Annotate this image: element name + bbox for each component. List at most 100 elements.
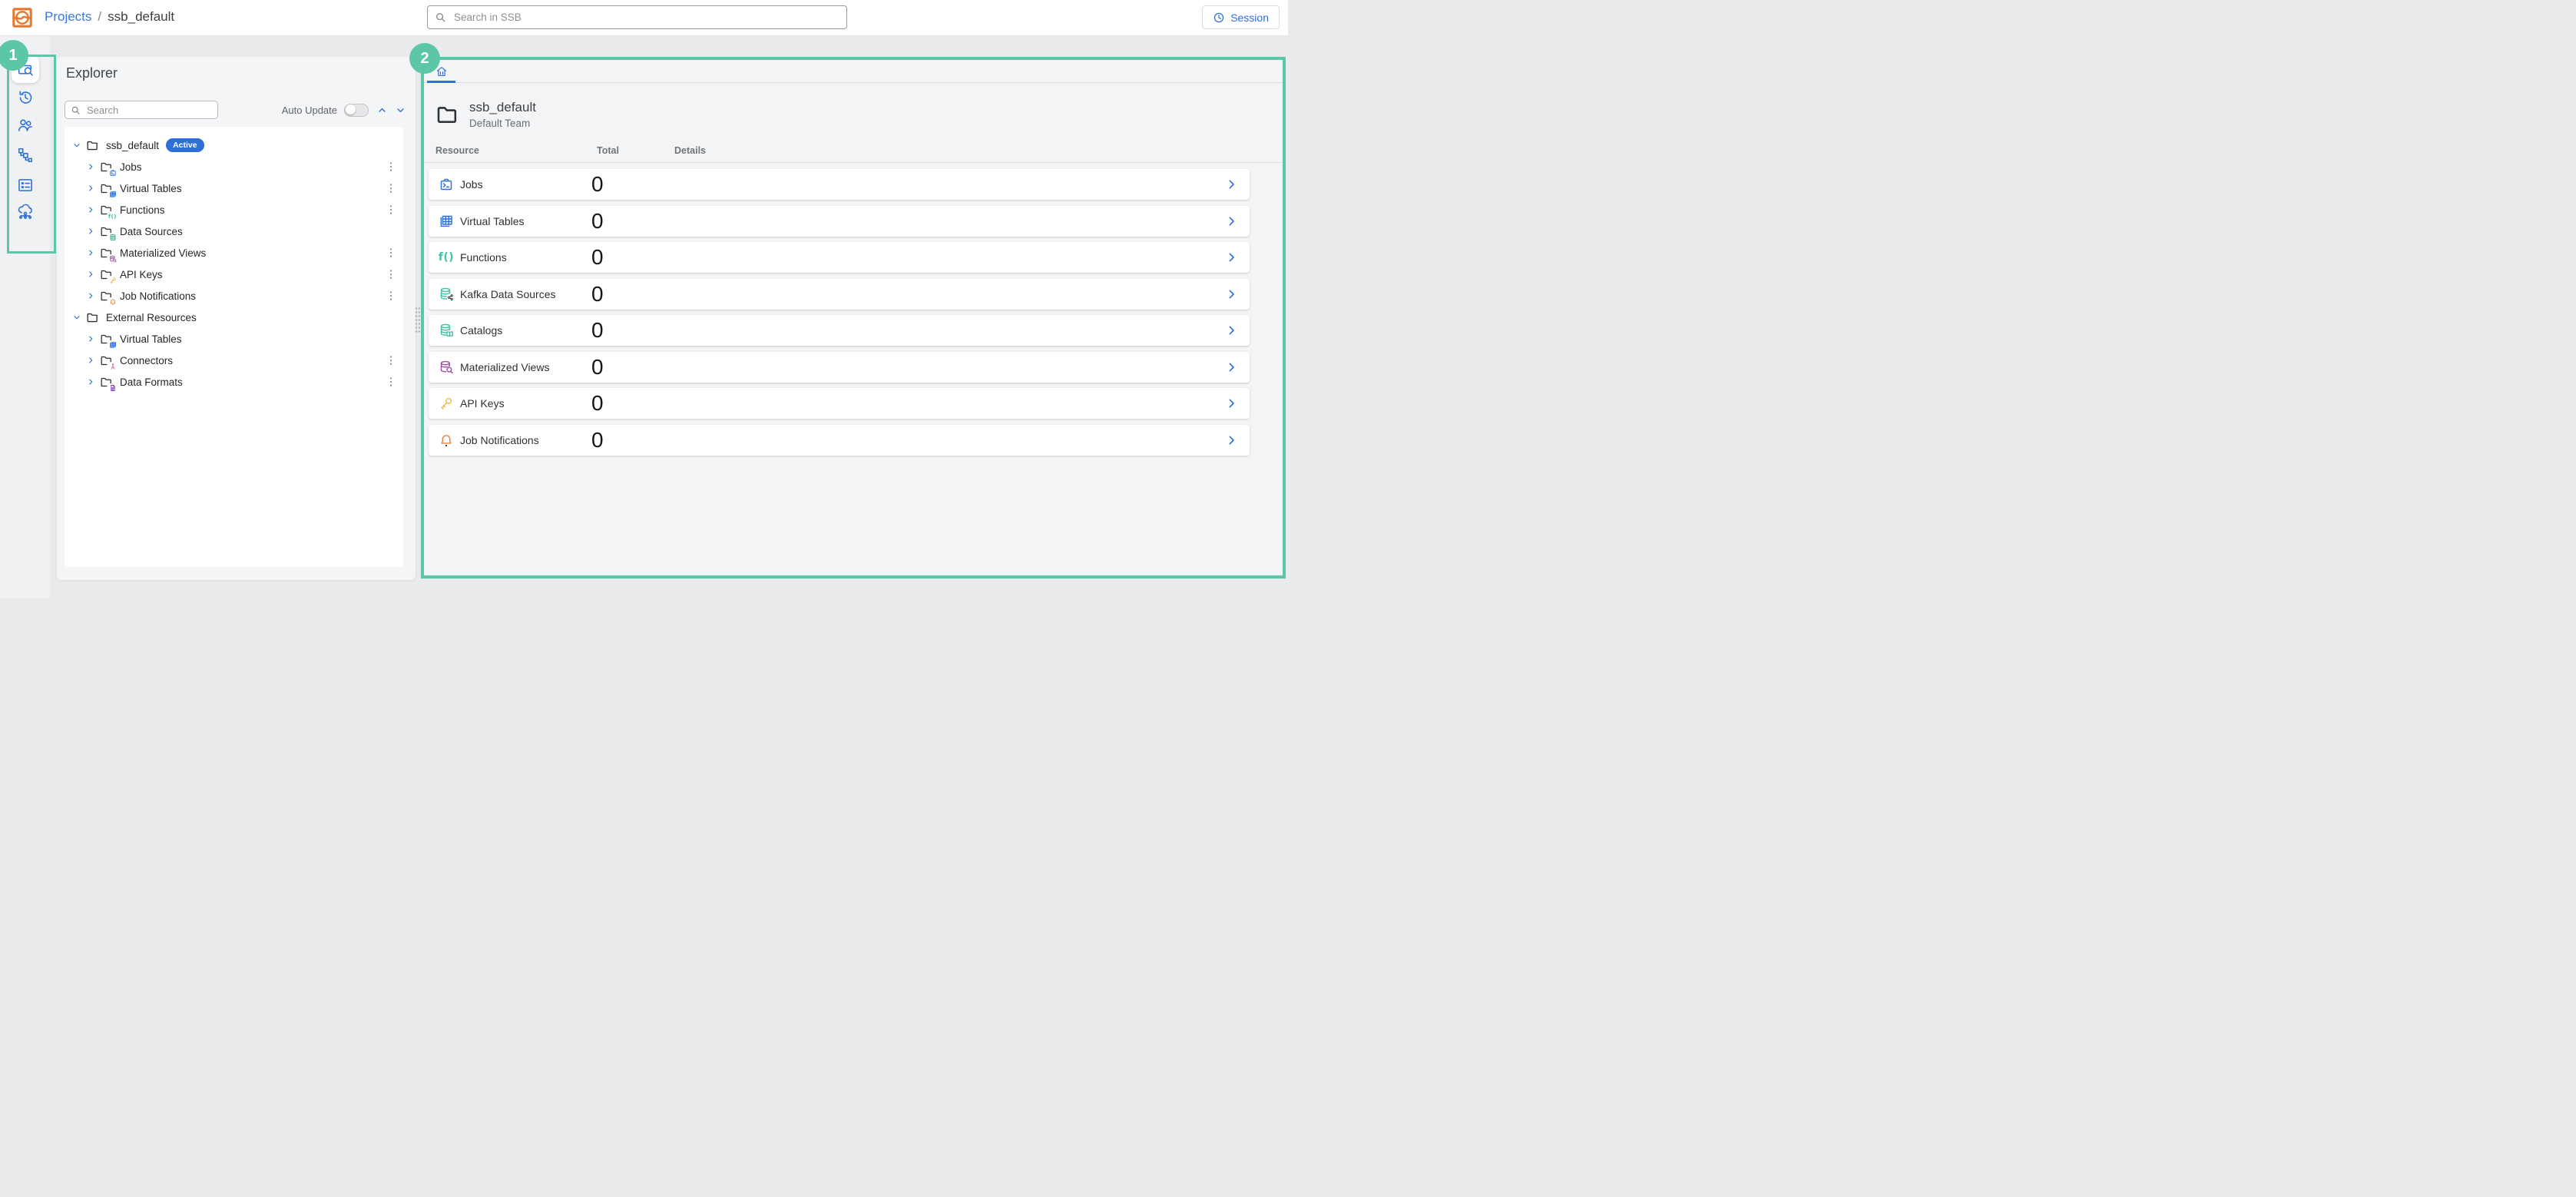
chevron-right-icon[interactable] (1226, 252, 1237, 264)
explorer-title: Explorer (66, 65, 118, 81)
resource-total: 0 (591, 315, 604, 345)
global-search[interactable] (427, 5, 847, 29)
folder-icon (100, 247, 114, 260)
tree-item-label: Connectors (120, 355, 173, 366)
auto-update-toggle[interactable] (344, 104, 369, 117)
tree-item-virtual-tables[interactable]: Virtual Tables (65, 328, 403, 350)
resource-total: 0 (591, 206, 604, 236)
terminal-badge-icon (109, 169, 117, 177)
resource-row-catalogs[interactable]: Catalogs0 (429, 315, 1250, 346)
rail-item-console[interactable] (12, 171, 39, 199)
rail-item-teams[interactable] (12, 111, 39, 139)
resource-row-job-notifications[interactable]: Job Notifications0 (429, 425, 1250, 456)
kebab-menu-icon[interactable] (385, 204, 397, 216)
chevron-right-icon[interactable] (1226, 179, 1237, 191)
project-header: ssb_default Default Team (435, 100, 1283, 129)
clock-icon (1213, 12, 1225, 24)
column-total: Total (597, 145, 619, 156)
tree-item-label: Data Formats (120, 376, 183, 388)
chevron-right-icon[interactable] (86, 227, 96, 236)
chevron-down-icon[interactable] (72, 313, 82, 322)
chevron-right-icon[interactable] (1226, 434, 1237, 446)
kebab-menu-icon[interactable] (385, 354, 397, 366)
rail-item-pipelines[interactable] (12, 141, 39, 169)
tree-item-label: ssb_default (106, 140, 159, 151)
chevron-right-icon[interactable] (1226, 325, 1237, 337)
tree-item-virtual-tables[interactable]: Virtual Tables (65, 177, 403, 199)
explorer-search[interactable] (65, 101, 218, 119)
chevron-right-icon[interactable] (1226, 361, 1237, 373)
kebab-menu-icon[interactable] (385, 161, 397, 173)
table-header: Resource Total Details (424, 145, 1283, 157)
cloud-network-icon (17, 203, 34, 220)
active-tab-indicator (427, 81, 455, 83)
resource-row-jobs[interactable]: Jobs0 (429, 169, 1250, 200)
search-icon (71, 105, 81, 115)
folder-icon (86, 139, 100, 152)
tree-item-label: Data Sources (120, 226, 183, 237)
folder-icon (100, 333, 114, 346)
chevron-right-icon[interactable] (1226, 288, 1237, 300)
tree-item-label: Jobs (120, 161, 142, 173)
tree-item-data-formats[interactable]: Data Formats (65, 371, 403, 393)
column-resource: Resource (435, 145, 479, 156)
details-icon (17, 177, 34, 194)
expand-all-icon[interactable] (396, 105, 406, 115)
breadcrumb-projects-link[interactable]: Projects (45, 9, 91, 25)
kebab-menu-icon[interactable] (385, 268, 397, 280)
tree-item-materialized-views[interactable]: Materialized Views (65, 242, 403, 264)
resource-total: 0 (591, 169, 604, 199)
resource-row-functions[interactable]: f()Functions0 (429, 242, 1250, 273)
chevron-right-icon[interactable] (1226, 398, 1237, 410)
explorer-search-input[interactable] (85, 104, 212, 117)
rail-item-history[interactable] (12, 84, 39, 111)
global-search-input[interactable] (452, 11, 839, 24)
function-icon: f() (438, 252, 455, 263)
search-icon (435, 12, 446, 23)
tree-item-label: Functions (120, 204, 165, 216)
tree-item-job-notifications[interactable]: Job Notifications (65, 285, 403, 307)
folder-icon (100, 161, 114, 174)
tree-item-jobs[interactable]: Jobs (65, 156, 403, 177)
kebab-menu-icon[interactable] (385, 290, 397, 302)
chevron-right-icon[interactable] (86, 184, 96, 193)
chevron-right-icon[interactable] (86, 356, 96, 365)
chevron-right-icon[interactable] (1226, 215, 1237, 227)
chevron-down-icon[interactable] (72, 141, 82, 150)
top-header: Projects / ssb_default Session (0, 0, 1288, 36)
resource-row-virtual-tables[interactable]: Virtual Tables0 (429, 206, 1250, 237)
main-panel: ssb_default Default Team Resource Total … (421, 57, 1286, 579)
explorer-panel: Explorer Auto Update ssb_defaultActiveJo… (57, 57, 416, 580)
tree-item-external-resources[interactable]: External Resources (65, 307, 403, 328)
resource-row-materialized-views[interactable]: Materialized Views0 (429, 352, 1250, 383)
tree-item-connectors[interactable]: Connectors (65, 350, 403, 371)
collapse-all-icon[interactable] (377, 105, 387, 115)
kebab-menu-icon[interactable] (385, 182, 397, 194)
chevron-right-icon[interactable] (86, 334, 96, 343)
resource-row-api-keys[interactable]: API Keys0 (429, 388, 1250, 419)
resource-total: 0 (591, 352, 604, 382)
session-button[interactable]: Session (1202, 5, 1280, 29)
tree-item-api-keys[interactable]: API Keys (65, 264, 403, 285)
chevron-right-icon[interactable] (86, 205, 96, 214)
chevron-right-icon[interactable] (86, 291, 96, 300)
resource-row-kafka-data-sources[interactable]: Kafka Data Sources0 (429, 279, 1250, 310)
breadcrumb-current: ssb_default (108, 9, 174, 25)
kebab-menu-icon[interactable] (385, 376, 397, 388)
chevron-right-icon[interactable] (86, 162, 96, 171)
resource-total: 0 (591, 242, 604, 272)
project-name: ssb_default (469, 100, 536, 115)
data-format-document-icon (109, 384, 117, 392)
session-label: Session (1230, 12, 1269, 24)
rail-item-cloud-services[interactable] (12, 197, 39, 225)
folder-icon (100, 376, 114, 389)
kebab-menu-icon[interactable] (385, 247, 397, 259)
panel-resize-handle[interactable] (415, 307, 420, 333)
annotation-circle-2: 2 (409, 43, 440, 74)
tree-item-functions[interactable]: f()Functions (65, 199, 403, 220)
tree-item-ssb-default[interactable]: ssb_defaultActive (65, 134, 403, 156)
tree-item-data-sources[interactable]: Data Sources (65, 220, 403, 242)
chevron-right-icon[interactable] (86, 270, 96, 279)
chevron-right-icon[interactable] (86, 248, 96, 257)
chevron-right-icon[interactable] (86, 377, 96, 386)
